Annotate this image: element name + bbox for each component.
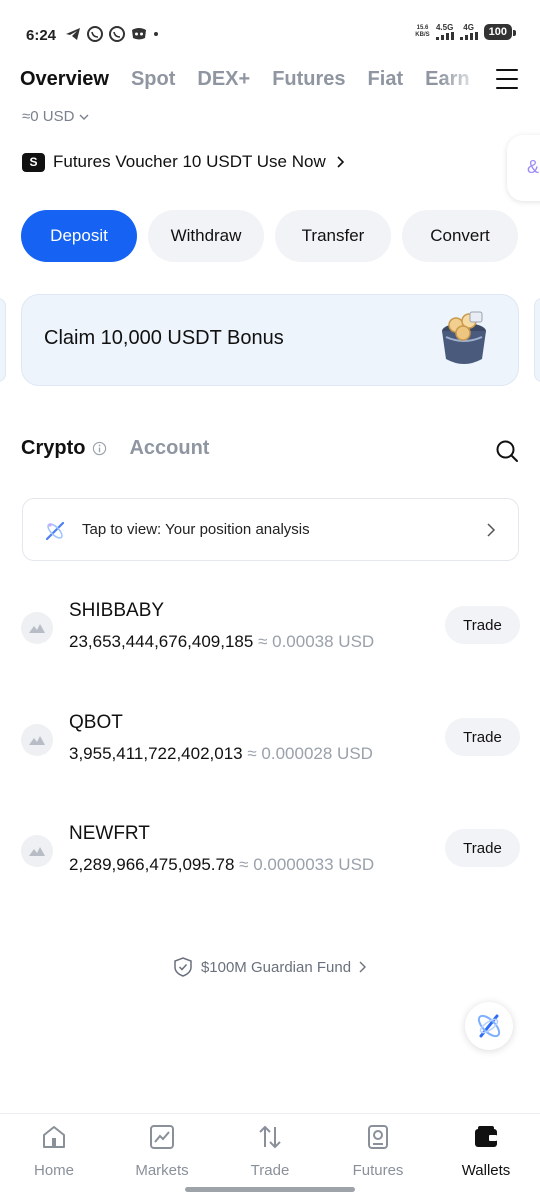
futures-icon — [368, 1125, 388, 1149]
chevron-right-icon — [337, 156, 344, 168]
asset-amount: 3,955,411,722,402,013 ≈ 0.000028 USD — [69, 744, 373, 764]
signal-2-label: 4G — [463, 23, 474, 32]
voucher-icon: S — [22, 152, 45, 172]
asset-usd-value: ≈ 0.00038 USD — [258, 632, 375, 651]
ai-orbit-icon — [477, 1014, 501, 1038]
tab-dex[interactable]: DEX+ — [197, 62, 250, 98]
withdraw-button[interactable]: Withdraw — [148, 210, 264, 262]
asset-tabs: Crypto Account — [21, 437, 209, 460]
tab-futures[interactable]: Futures — [272, 62, 345, 98]
tab-spot[interactable]: Spot — [131, 62, 175, 98]
tab-overview[interactable]: Overview — [20, 62, 109, 98]
guardian-fund-text: $100M Guardian Fund — [200, 958, 352, 976]
position-analysis-text: Tap to view: Your position analysis — [82, 521, 310, 538]
treasure-pot-icon — [442, 311, 486, 364]
side-floating-widget[interactable]: & — [507, 135, 540, 201]
bonus-text: Claim 10,000 USDT Bonus — [44, 327, 284, 349]
home-indicator[interactable] — [185, 1187, 355, 1192]
status-notification-icons — [64, 25, 158, 43]
info-icon[interactable] — [92, 441, 107, 456]
top-tabs: Overview Spot DEX+ Futures Fiat Earn — [20, 62, 480, 98]
mountain-icon — [29, 736, 45, 745]
markets-icon — [150, 1125, 174, 1149]
asset-quantity: 23,653,444,676,409,185 — [69, 632, 254, 651]
trade-icon — [259, 1125, 281, 1149]
menu-icon[interactable] — [494, 66, 520, 92]
signal-1: 4.5G — [435, 23, 454, 40]
shield-check-icon — [174, 957, 192, 977]
token-logo-placeholder-icon — [21, 724, 53, 756]
asset-row[interactable]: QBOT 3,955,411,722,402,013 ≈ 0.000028 US… — [21, 712, 520, 792]
status-bar: 6:24 15.6 KB/S 4.5G 4G 100 — [0, 0, 540, 60]
asset-amount: 23,653,444,676,409,185 ≈ 0.00038 USD — [69, 632, 374, 652]
nav-trade-label: Trade — [250, 1162, 290, 1179]
network-speed: 15.6 KB/S — [415, 25, 429, 39]
network-speed-value: 15.6 — [416, 25, 429, 31]
asset-row[interactable]: NEWFRT 2,289,966,475,095.78 ≈ 0.0000033 … — [21, 823, 520, 903]
asset-row[interactable]: SHIBBABY 23,653,444,676,409,185 ≈ 0.0003… — [21, 600, 520, 680]
action-buttons: Deposit Withdraw Transfer Convert — [21, 210, 518, 262]
asset-name: SHIBBABY — [69, 600, 165, 621]
mountain-icon — [29, 624, 45, 633]
deposit-button[interactable]: Deposit — [21, 210, 137, 262]
network-speed-unit: KB/S — [415, 32, 430, 38]
nav-futures-label: Futures — [352, 1162, 404, 1179]
convert-button[interactable]: Convert — [402, 210, 518, 262]
signal-2: 4G — [459, 23, 478, 40]
telegram-icon — [66, 28, 80, 40]
chevron-down-icon — [79, 114, 89, 120]
nav-home[interactable]: Home — [0, 1114, 108, 1200]
tab-crypto[interactable]: Crypto — [21, 437, 85, 460]
voucher-text: Futures Voucher 10 USDT Use Now — [53, 152, 326, 171]
asset-usd-value: ≈ 0.000028 USD — [247, 744, 373, 763]
nav-wallets[interactable]: Wallets — [432, 1114, 540, 1200]
balance-value: ≈0 USD — [22, 108, 75, 125]
trade-button[interactable]: Trade — [445, 718, 520, 756]
nav-home-label: Home — [33, 1162, 74, 1179]
ai-assistant-button[interactable] — [465, 1002, 513, 1050]
position-analysis-banner[interactable]: Tap to view: Your position analysis — [22, 498, 519, 561]
asset-amount: 2,289,966,475,095.78 ≈ 0.0000033 USD — [69, 855, 374, 875]
transfer-button[interactable]: Transfer — [275, 210, 391, 262]
more-notifications-dot — [154, 32, 158, 36]
search-icon[interactable] — [494, 438, 520, 464]
signal-bars-icon — [435, 32, 454, 40]
trade-button[interactable]: Trade — [445, 606, 520, 644]
token-logo-placeholder-icon — [21, 835, 53, 867]
tab-fiat[interactable]: Fiat — [368, 62, 404, 98]
asset-usd-value: ≈ 0.0000033 USD — [239, 855, 375, 874]
tab-account[interactable]: Account — [129, 437, 209, 460]
nav-wallets-label: Wallets — [461, 1162, 511, 1179]
discord-icon — [132, 28, 146, 40]
signal-1-label: 4.5G — [435, 23, 454, 32]
battery-indicator: 100 — [483, 24, 517, 40]
balance-selector[interactable]: ≈0 USD — [22, 108, 89, 125]
token-logo-placeholder-icon — [21, 612, 53, 644]
asset-quantity: 2,289,966,475,095.78 — [69, 855, 235, 874]
asset-name: QBOT — [69, 712, 123, 733]
ai-sparkle-icon — [45, 521, 65, 541]
signal-bars-icon — [459, 32, 478, 40]
asset-quantity: 3,955,411,722,402,013 — [69, 744, 243, 763]
nav-markets-label: Markets — [135, 1162, 189, 1179]
mountain-icon — [29, 847, 45, 856]
whatsapp-business-icon — [109, 26, 125, 42]
wallet-icon — [475, 1126, 497, 1147]
tabs-fade — [440, 60, 485, 100]
asset-name: NEWFRT — [69, 823, 150, 844]
ai-assistant-icon: & — [527, 157, 540, 177]
bonus-card[interactable]: Claim 10,000 USDT Bonus — [21, 294, 519, 386]
voucher-banner[interactable]: S Futures Voucher 10 USDT Use Now — [22, 152, 348, 172]
chevron-right-icon — [487, 523, 496, 537]
chevron-right-icon — [359, 961, 367, 973]
carousel-prev-card[interactable] — [0, 298, 6, 382]
whatsapp-icon — [87, 26, 103, 42]
home-icon — [43, 1126, 65, 1148]
trade-button[interactable]: Trade — [445, 829, 520, 867]
status-system-icons: 15.6 KB/S 4.5G 4G 100 — [415, 23, 517, 40]
status-time: 6:24 — [26, 27, 57, 44]
carousel-next-card[interactable] — [534, 298, 540, 382]
guardian-fund-link[interactable]: $100M Guardian Fund — [0, 956, 540, 978]
